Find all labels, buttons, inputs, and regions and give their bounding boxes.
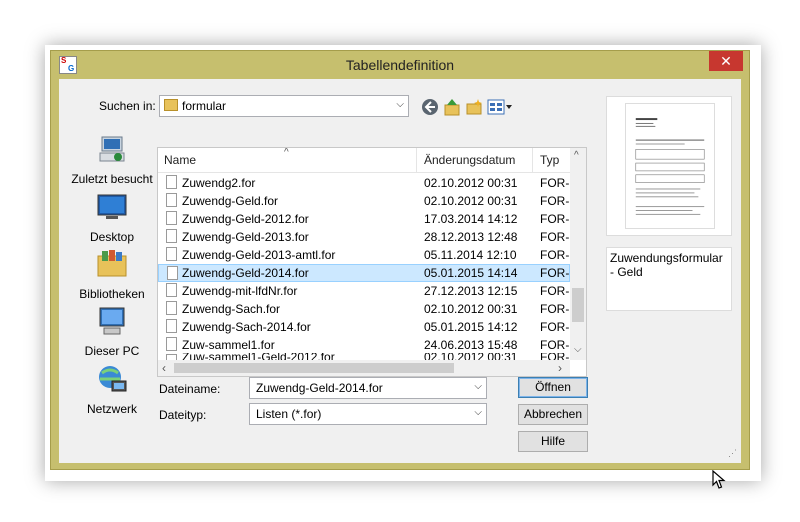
vertical-scrollbar[interactable]: ^ ⌵ bbox=[570, 148, 586, 360]
lookin-combo[interactable]: formular ⌵ bbox=[159, 95, 409, 117]
scroll-right-icon[interactable]: › bbox=[558, 361, 562, 375]
libraries-icon bbox=[97, 250, 127, 277]
filename-combo[interactable]: Zuwendg-Geld-2014.for ⌵ bbox=[249, 377, 487, 399]
horizontal-scrollbar[interactable]: ‹ › bbox=[158, 360, 570, 376]
horizontal-scroll-thumb[interactable] bbox=[174, 363, 454, 373]
recent-places-icon bbox=[99, 136, 125, 162]
file-icon bbox=[166, 337, 177, 351]
file-icon bbox=[166, 193, 177, 207]
resize-grip-icon[interactable]: ⋰ bbox=[728, 448, 737, 459]
column-header-date[interactable]: Änderungsdatum bbox=[424, 153, 515, 167]
dialog-client-area: Suchen in: formular ⌵ Zuletzt besucht De… bbox=[59, 79, 741, 463]
desktop-icon bbox=[97, 194, 127, 219]
table-row[interactable]: Zuwendg-Geld-2013-amtl.for 05.11.2014 12… bbox=[158, 246, 578, 264]
file-icon bbox=[167, 266, 178, 280]
scroll-down-icon[interactable]: ⌵ bbox=[574, 344, 582, 355]
file-icon bbox=[166, 211, 177, 225]
cancel-button[interactable]: Abbrechen bbox=[518, 404, 588, 425]
title-bar[interactable]: S G Tabellendefinition ✕ bbox=[51, 51, 749, 79]
window-title: Tabellendefinition bbox=[345, 57, 455, 73]
dialog-window: S G Tabellendefinition ✕ Suchen in: form… bbox=[50, 50, 750, 470]
table-row[interactable]: Zuwendg2.for 02.10.2012 00:31 FOR-D bbox=[158, 174, 578, 192]
place-desktop[interactable]: Desktop bbox=[67, 191, 157, 244]
place-libraries[interactable]: Bibliotheken bbox=[67, 248, 157, 301]
scroll-left-icon[interactable]: ‹ bbox=[162, 361, 166, 375]
table-row[interactable]: Zuw-sammel1.for 24.06.2013 15:48 FOR-D bbox=[158, 336, 578, 354]
document-thumbnail bbox=[625, 103, 715, 229]
open-button[interactable]: Öffnen bbox=[518, 377, 588, 398]
list-header: Name ^ Änderungsdatum Typ bbox=[158, 148, 586, 173]
file-icon bbox=[166, 247, 177, 261]
sort-ascending-icon: ^ bbox=[284, 147, 289, 158]
new-folder-icon[interactable] bbox=[465, 98, 483, 116]
lookin-label: Suchen in: bbox=[99, 99, 156, 113]
preview-pane bbox=[606, 96, 732, 236]
back-icon[interactable] bbox=[421, 98, 439, 116]
file-icon bbox=[166, 229, 177, 243]
file-list[interactable]: Name ^ Änderungsdatum Typ Zuwendg2.for 0… bbox=[157, 147, 587, 377]
table-row[interactable]: Zuwendg-Geld-2013.for 28.12.2013 12:48 F… bbox=[158, 228, 578, 246]
this-pc-icon bbox=[99, 307, 125, 335]
place-recent[interactable]: Zuletzt besucht bbox=[67, 133, 157, 186]
table-row[interactable]: Zuwendg-Sach.for 02.10.2012 00:31 FOR-D bbox=[158, 300, 578, 318]
file-icon bbox=[166, 301, 177, 315]
view-menu-icon[interactable] bbox=[487, 98, 513, 116]
file-icon bbox=[166, 175, 177, 189]
place-this-pc[interactable]: Dieser PC bbox=[67, 305, 157, 358]
network-icon bbox=[99, 366, 127, 392]
folder-icon bbox=[164, 99, 178, 111]
column-header-type[interactable]: Typ bbox=[540, 153, 559, 167]
help-button[interactable]: Hilfe bbox=[518, 431, 588, 452]
column-header-name[interactable]: Name bbox=[164, 153, 196, 167]
place-network[interactable]: Netzwerk bbox=[67, 363, 157, 416]
up-folder-icon[interactable] bbox=[443, 98, 461, 116]
file-icon bbox=[166, 319, 177, 333]
table-row-selected[interactable]: Zuwendg-Geld-2014.for 05.01.2015 14:14 F… bbox=[158, 264, 578, 282]
table-row[interactable]: Zuwendg-Geld-2012.for 17.03.2014 14:12 F… bbox=[158, 210, 578, 228]
description-box: Zuwendungsformular - Geld bbox=[606, 247, 732, 311]
file-icon bbox=[166, 283, 177, 297]
filename-label: Dateiname: bbox=[159, 382, 221, 396]
table-row[interactable]: Zuwendg-Sach-2014.for 05.01.2015 14:12 F… bbox=[158, 318, 578, 336]
vertical-scroll-thumb[interactable] bbox=[572, 288, 584, 322]
chevron-down-icon[interactable]: ⌵ bbox=[474, 381, 482, 392]
filetype-select[interactable]: Listen (*.for) ⌵ bbox=[249, 403, 487, 425]
chevron-down-icon[interactable]: ⌵ bbox=[474, 407, 482, 418]
table-row[interactable]: Zuwendg-Geld.for 02.10.2012 00:31 FOR-D bbox=[158, 192, 578, 210]
filetype-label: Dateityp: bbox=[159, 408, 207, 422]
chevron-down-icon: ⌵ bbox=[396, 99, 404, 110]
places-bar: Zuletzt besucht Desktop Bibliotheken Die… bbox=[67, 117, 157, 417]
close-button[interactable]: ✕ bbox=[709, 51, 743, 71]
mouse-cursor-icon bbox=[712, 470, 726, 489]
scroll-up-icon[interactable]: ^ bbox=[574, 150, 579, 161]
table-row[interactable]: Zuwendg-mit-lfdNr.for 27.12.2013 12:15 F… bbox=[158, 282, 578, 300]
